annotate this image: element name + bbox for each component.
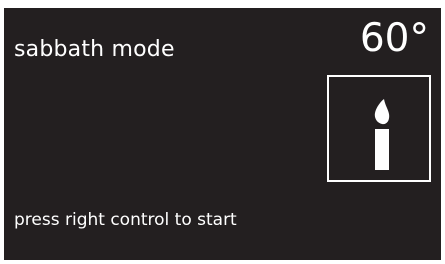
candle-icon [374, 99, 390, 170]
temperature-readout: 60° [359, 16, 429, 61]
control-display-screen: sabbath mode 60° press right control to … [4, 8, 441, 260]
start-instruction: press right control to start [14, 210, 237, 230]
sabbath-icon-frame [327, 75, 431, 182]
mode-title: sabbath mode [14, 37, 175, 62]
